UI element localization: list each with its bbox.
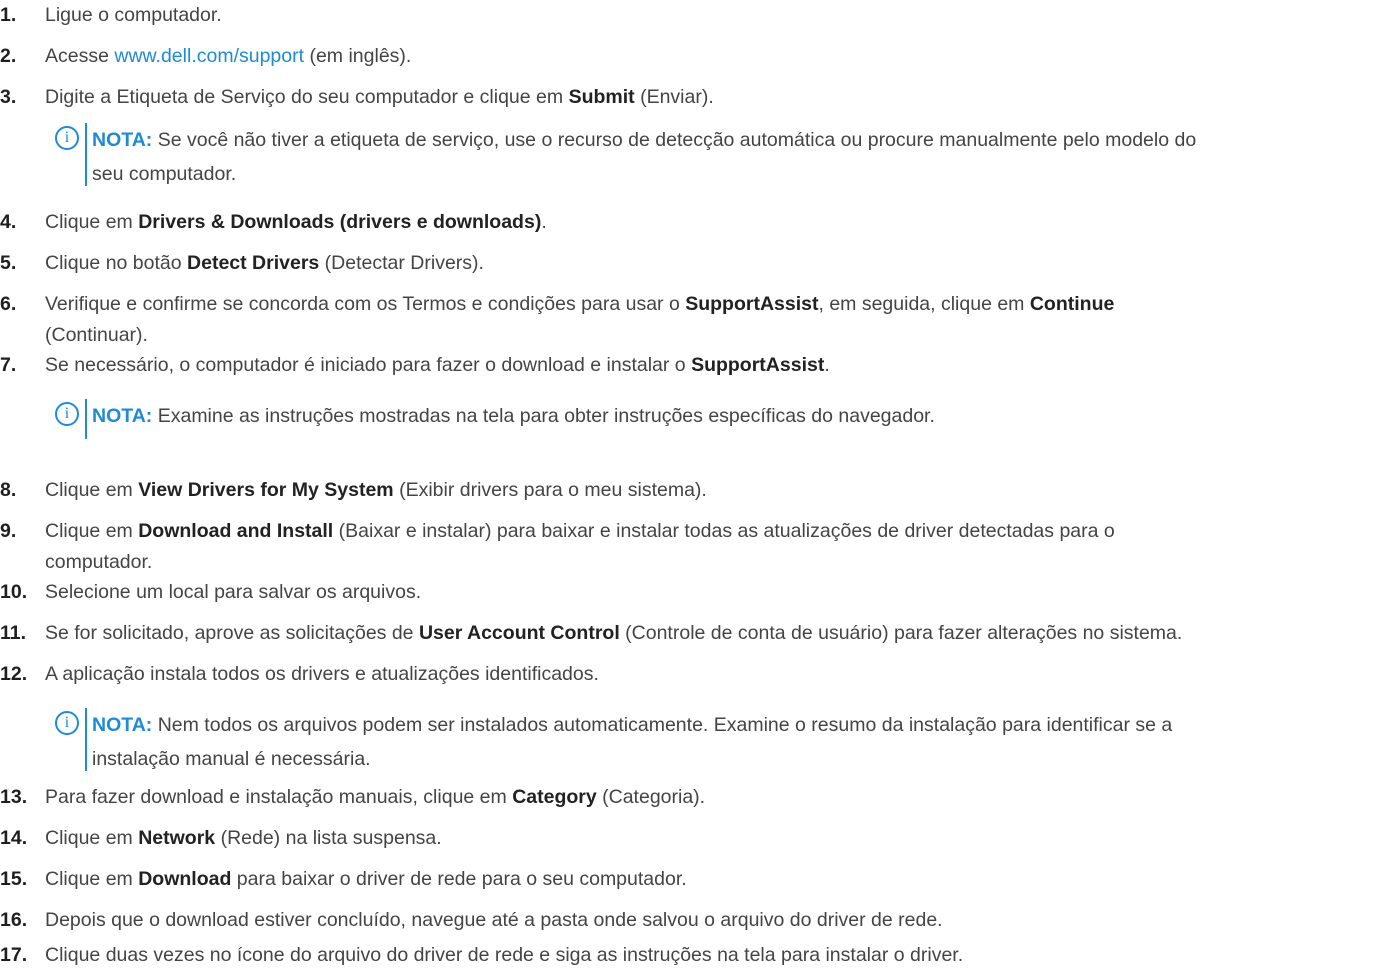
step-text-segment: Acesse <box>45 45 115 67</box>
step-text-segment: Verifique e confirme se concorda com os … <box>45 293 686 315</box>
support-link[interactable]: www.dell.com/support <box>114 45 304 67</box>
step-text-segment: Clique em <box>45 520 139 542</box>
ui-term: Download and Install <box>138 520 334 542</box>
step-text-segment: Depois que o download estiver concluído,… <box>45 909 943 931</box>
step-number: 3. <box>0 86 17 108</box>
step-number: 13. <box>0 786 28 808</box>
step-text-segment: computador. <box>45 551 153 573</box>
step-text-segment: , em seguida, clique em <box>818 293 1030 315</box>
step-text-segment: (em inglês). <box>304 45 412 67</box>
step-text: Para fazer download e instalação manuais… <box>45 782 1389 813</box>
ui-term: Submit <box>568 86 635 108</box>
step-text-segment: (Detectar Drivers). <box>319 252 484 274</box>
step-number: 2. <box>0 45 17 67</box>
step-text-segment: (Continuar). <box>45 324 148 346</box>
note-label: NOTA: <box>92 714 153 736</box>
note-label: NOTA: <box>92 129 153 151</box>
step-text-segment: Digite a Etiqueta de Serviço do seu comp… <box>45 86 569 108</box>
step-number: 14. <box>0 827 28 849</box>
note-line: Nem todos os arquivos podem ser instalad… <box>152 714 1173 736</box>
ui-term: Continue <box>1029 293 1115 315</box>
step-text: Clique em View Drivers for My System (Ex… <box>45 475 1389 506</box>
step-text-segment: (Baixar e instalar) para baixar e instal… <box>333 520 1115 542</box>
step-text-segment: (Categoria). <box>596 786 706 808</box>
step-text: Selecione um local para salvar os arquiv… <box>45 577 1389 608</box>
info-icon: i <box>55 126 79 150</box>
note-callout: i NOTA: Examine as instruções mostradas n… <box>55 399 1385 439</box>
step-text-segment: A aplicação instala todos os drivers e a… <box>45 663 599 685</box>
step-text-segment: Se for solicitado, aprove as solicitaçõe… <box>45 622 419 644</box>
step-text: Se necessário, o computador é iniciado p… <box>45 350 1389 381</box>
step-text: Digite a Etiqueta de Serviço do seu comp… <box>45 82 1389 113</box>
step-text-segment: . <box>541 211 547 233</box>
ui-term: Network <box>138 827 216 849</box>
step-number: 1. <box>0 4 17 26</box>
step-text-segment: Clique no botão <box>45 252 188 274</box>
info-icon: i <box>55 711 79 735</box>
step-text: Acesse www.dell.com/support (em inglês). <box>45 41 1389 72</box>
step-text: Clique em Network (Rede) na lista suspen… <box>45 823 1389 854</box>
step-text-segment: (Rede) na lista suspensa. <box>215 827 442 849</box>
step-text-segment: (Exibir drivers para o meu sistema). <box>393 479 707 501</box>
step-text-segment: Se necessário, o computador é iniciado p… <box>45 354 692 376</box>
step-text: Verifique e confirme se concorda com os … <box>45 289 1389 351</box>
step-text: Clique em Drivers & Downloads (drivers e… <box>45 207 1389 238</box>
ui-term: View Drivers for My System <box>138 479 394 501</box>
info-icon: i <box>55 402 79 426</box>
note-line: Se você não tiver a etiqueta de serviço,… <box>152 129 1197 151</box>
note-line: seu computador. <box>92 163 237 185</box>
note-text: NOTA: Examine as instruções mostradas na… <box>92 399 1385 433</box>
step-number: 6. <box>0 293 17 315</box>
note-divider <box>85 123 87 186</box>
step-number: 12. <box>0 663 28 685</box>
step-number: 9. <box>0 520 17 542</box>
step-text-segment: para baixar o driver de rede para o seu … <box>231 868 687 890</box>
step-text: Clique em Download para baixar o driver … <box>45 864 1389 895</box>
step-text-segment: (Enviar). <box>634 86 714 108</box>
step-text-segment: Clique em <box>45 827 139 849</box>
step-text: Ligue o computador. <box>45 0 1389 31</box>
step-number: 7. <box>0 354 17 376</box>
ui-term: Detect Drivers <box>187 252 320 274</box>
step-text-segment: Selecione um local para salvar os arquiv… <box>45 581 422 603</box>
step-text-segment: Para fazer download e instalação manuais… <box>45 786 513 808</box>
step-text-segment: . <box>824 354 830 376</box>
step-text: Depois que o download estiver concluído,… <box>45 905 1389 936</box>
step-text-segment: Clique em <box>45 479 139 501</box>
step-number: 15. <box>0 868 28 890</box>
note-divider <box>85 708 87 771</box>
note-text: NOTA: Nem todos os arquivos podem ser in… <box>92 708 1385 776</box>
step-number: 5. <box>0 252 17 274</box>
step-number: 11. <box>0 622 27 644</box>
ui-term: Drivers & Downloads (drivers e downloads… <box>138 211 542 233</box>
step-number: 16. <box>0 909 28 931</box>
step-text-segment: Clique em <box>45 211 139 233</box>
step-text: A aplicação instala todos os drivers e a… <box>45 659 1389 690</box>
note-line: instalação manual é necessária. <box>92 748 371 770</box>
note-divider <box>85 399 87 439</box>
ui-term: Category <box>512 786 597 808</box>
step-text: Clique em Download and Install (Baixar e… <box>45 516 1389 578</box>
note-callout: i NOTA: Nem todos os arquivos podem ser i… <box>55 708 1385 771</box>
note-line: Examine as instruções mostradas na tela … <box>152 405 935 427</box>
step-number: 8. <box>0 479 17 501</box>
step-text-segment: (Controle de conta de usuário) para faze… <box>619 622 1183 644</box>
step-number: 4. <box>0 211 17 233</box>
ui-term: SupportAssist <box>685 293 819 315</box>
step-text-segment: Clique em <box>45 868 139 890</box>
note-callout: i NOTA: Se você não tiver a etiqueta de s… <box>55 123 1385 186</box>
ui-term: User Account Control <box>418 622 620 644</box>
step-text-segment: Ligue o computador. <box>45 4 222 26</box>
step-number: 10. <box>0 581 28 603</box>
step-text: Se for solicitado, aprove as solicitaçõe… <box>45 618 1389 649</box>
step-text-segment: Clique duas vezes no ícone do arquivo do… <box>45 944 964 966</box>
note-label: NOTA: <box>92 405 153 427</box>
ui-term: Download <box>138 868 232 890</box>
note-text: NOTA: Se você não tiver a etiqueta de se… <box>92 123 1385 191</box>
ui-term: SupportAssist <box>691 354 825 376</box>
step-text: Clique no botão Detect Drivers (Detectar… <box>45 248 1389 279</box>
